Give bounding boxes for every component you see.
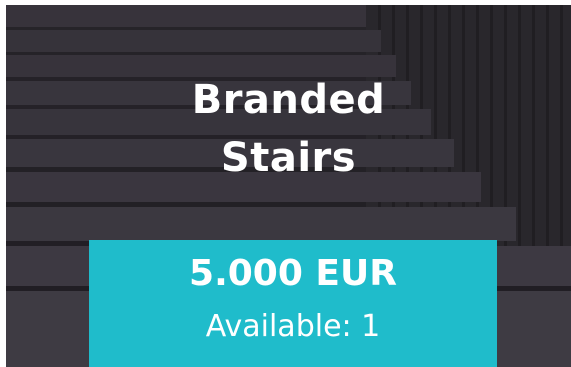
availability-count: 1 [361, 309, 381, 344]
availability-label: Available: [205, 309, 362, 344]
price-panel: 5.000 EUR Available: 1 [89, 240, 497, 367]
product-card[interactable]: Branded Stairs 5.000 EUR Available: 1 [6, 5, 571, 367]
product-title-line1: Branded [191, 77, 386, 123]
price-label: 5.000 EUR [189, 253, 397, 294]
product-title-line2: Stairs [220, 135, 357, 181]
availability: Available: 1 [89, 307, 497, 347]
product-title: Branded Stairs [6, 71, 571, 187]
